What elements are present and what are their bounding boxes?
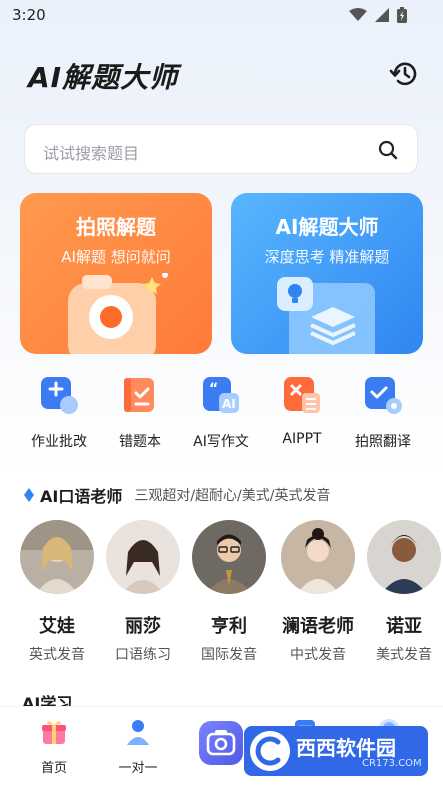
teacher-desc: 中式发音 [290,647,346,660]
photo-solve-title: 拍照解题 [76,215,156,239]
tab-home[interactable]: 首页 [19,717,89,776]
tools-row: 作业批改 错题本 “ AI AI写作文 AIPPT 拍照翻译 [0,372,443,452]
tutor-person-icon [127,720,149,745]
app-title: AI解题大师 [28,61,179,94]
diamond-icon [24,488,34,502]
section-title: AI口语老师 [40,487,123,506]
teacher-name: 诺亚 [386,616,422,637]
teacher-list: 艾娃 英式发音 丽莎 口语练习 亨利 国际发音 澜语老师 中式发音 诺亚 美式发… [0,520,443,660]
teacher-name: 澜语老师 [282,616,354,637]
tool-label: AIPPT [282,431,322,447]
book-layers-illustration-icon [277,277,375,354]
oral-teacher-section-header: AI口语老师 三观超对/超耐心/美式/英式发音 [24,484,331,506]
teacher-card[interactable]: 澜语老师 中式发音 [278,520,358,660]
battery-icon [397,7,407,23]
camera-illustration-icon [68,273,168,354]
watermark: 西西软件园 CR173.COM [244,726,428,776]
search-icon[interactable] [377,139,399,161]
tool-photo-translate[interactable]: 拍照翻译 [343,372,423,451]
status-icons [349,7,407,23]
tab-camera[interactable] [199,721,243,765]
search-placeholder[interactable]: 试试搜索题目 [43,140,139,164]
watermark-domain: CR173.COM [362,758,422,769]
ai-ppt-icon [284,377,320,413]
teacher-name: 亨利 [211,616,247,637]
teacher-desc: 口语练习 [115,647,171,660]
search-bar[interactable]: 试试搜索题目 [24,124,418,174]
tool-label: 作业批改 [31,434,87,450]
teacher-card[interactable]: 诺亚 美式发音 [364,520,443,660]
tab-label: 一对一 [118,761,158,776]
header: AI解题大师 [0,52,443,96]
avatar [192,520,266,594]
teacher-name: 丽莎 [125,616,161,637]
watermark-logo-icon [250,731,290,771]
teacher-desc: 美式发音 [376,647,432,660]
photo-solve-subtitle: AI解题 想问就问 [61,248,171,266]
ai-master-title: AI解题大师 [275,215,379,239]
tool-label: AI写作文 [193,434,249,450]
tool-mistake-book[interactable]: 错题本 [100,372,180,451]
signal-icon [375,8,389,22]
photo-solve-card[interactable]: 拍照解题 AI解题 想问就问 [20,193,212,354]
ai-master-card[interactable]: AI解题大师 深度思考 精准解题 [231,193,423,354]
avatar [106,520,180,594]
camera-icon [206,730,236,756]
teacher-desc: 英式发音 [29,647,85,660]
avatar [20,520,94,594]
mistake-book-icon [124,378,154,412]
tab-label: 首页 [40,761,67,776]
teacher-card[interactable]: 亨利 国际发音 [189,520,269,660]
teacher-card[interactable]: 艾娃 英式发音 [17,520,97,660]
tab-one-on-one[interactable]: 一对一 [103,717,173,776]
avatar [367,520,441,594]
tool-ai-writing[interactable]: “ AI AI写作文 [181,372,261,451]
gift-home-icon [42,721,66,744]
svg-text:“: “ [209,381,218,397]
teacher-card[interactable]: 丽莎 口语练习 [103,520,183,660]
section-subtitle: 三观超对/超耐心/美式/英式发音 [134,488,331,504]
ai-writing-icon: “ AI [203,377,239,413]
teacher-desc: 国际发音 [201,647,257,660]
status-bar: 3:20 [0,0,443,32]
tool-ai-ppt[interactable]: AIPPT [262,372,342,447]
ai-master-subtitle: 深度思考 精准解题 [264,248,390,266]
photo-translate-icon [365,377,402,414]
watermark-text: 西西软件园 [296,736,396,760]
teacher-name: 艾娃 [39,616,75,637]
history-icon[interactable] [389,58,421,90]
svg-text:AI: AI [222,397,236,411]
status-time: 3:20 [12,6,46,24]
tool-homework-check[interactable]: 作业批改 [19,372,99,451]
wifi-icon [349,8,367,21]
tool-label: 错题本 [119,434,161,450]
homework-check-icon [41,377,78,414]
avatar [281,520,355,594]
tool-label: 拍照翻译 [355,434,411,450]
